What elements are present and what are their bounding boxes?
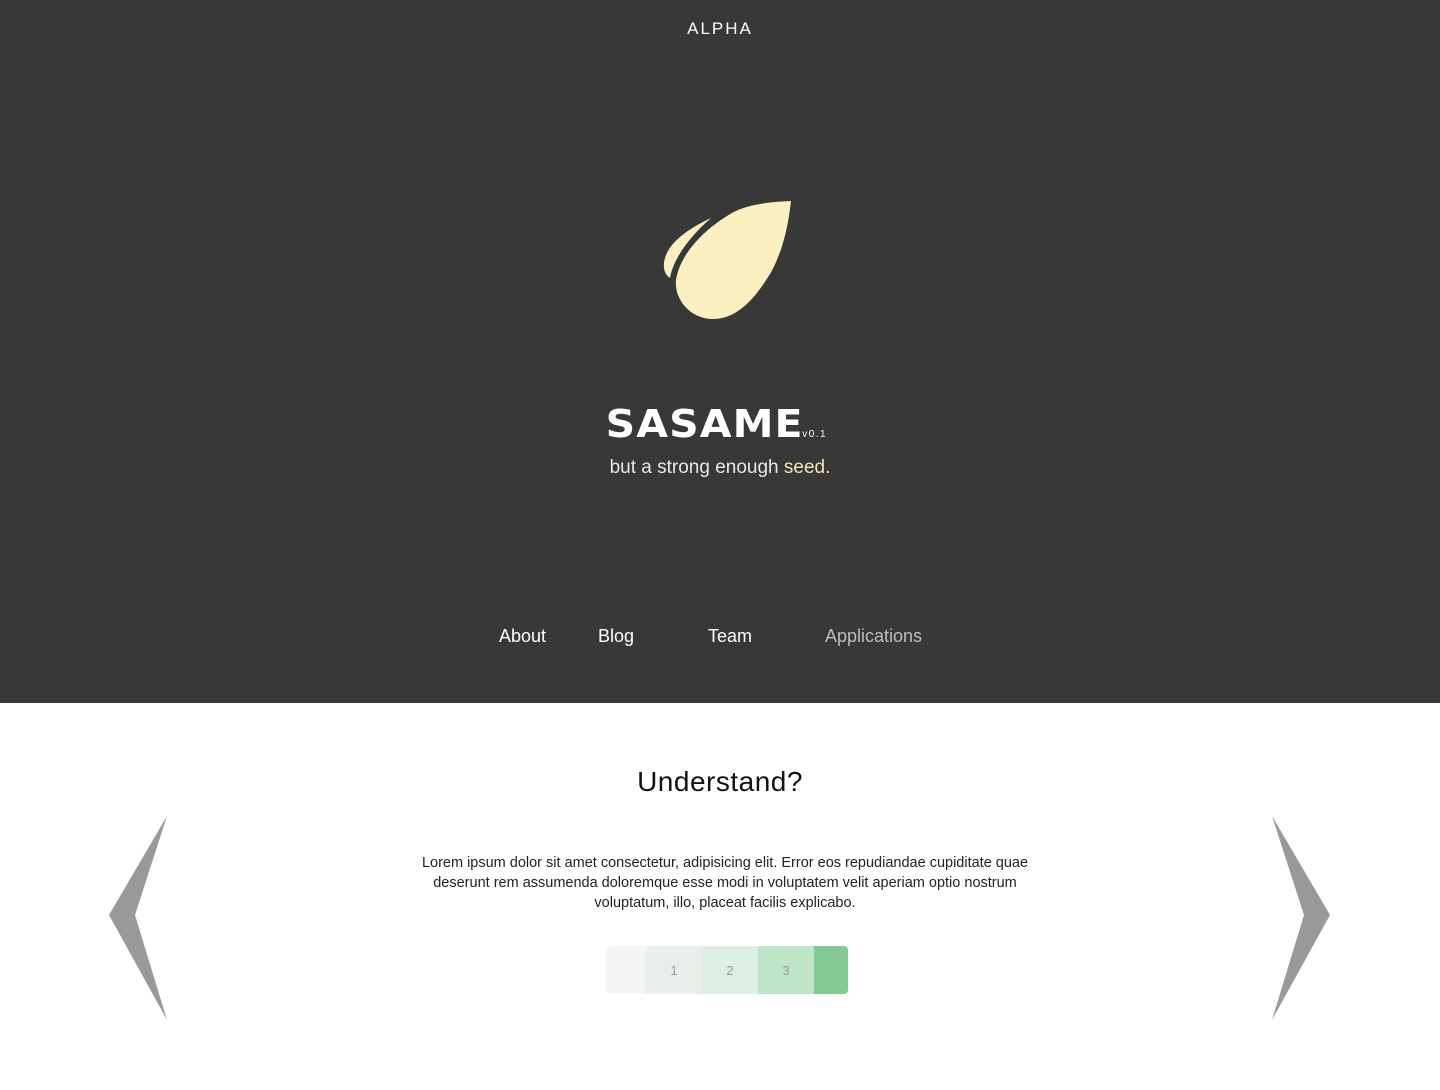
nav-item-team[interactable]: Team — [708, 626, 752, 647]
section-title: Understand? — [637, 766, 803, 797]
brand-version: v0.1 — [802, 429, 828, 440]
rating-option-2[interactable]: 2 — [702, 946, 758, 994]
rating-scale: 1 2 3 — [606, 946, 848, 994]
carousel-prev-button[interactable] — [109, 816, 169, 1020]
alpha-label: ALPHA — [687, 19, 753, 38]
rating-option-3[interactable]: 3 — [758, 946, 814, 994]
main-nav: About Blog Team Applications — [0, 626, 1440, 650]
nav-item-blog[interactable]: Blog — [598, 626, 634, 647]
tagline: but a strong enough seed. — [0, 457, 1440, 479]
nav-item-applications[interactable]: Applications — [825, 626, 922, 647]
brand-name: SASAME — [605, 402, 804, 446]
tagline-suffix: . — [825, 457, 831, 478]
chevron-left-icon — [109, 816, 167, 1020]
brand: SASAMEv0.1 — [0, 402, 1440, 446]
rating-option-4[interactable] — [814, 946, 848, 994]
tagline-prefix: but a strong enough — [609, 457, 784, 478]
seed-leaf-icon — [660, 198, 796, 324]
rating-option-0[interactable] — [606, 946, 646, 994]
content-section: Understand? Lorem ipsum dolor sit amet c… — [0, 703, 1440, 1090]
carousel-next-button[interactable] — [1270, 816, 1330, 1020]
rating-option-1[interactable]: 1 — [646, 946, 702, 994]
tagline-accent: seed — [783, 457, 826, 478]
hero-section: ALPHA SASAMEv0.1 but a strong enough see… — [0, 0, 1440, 703]
nav-item-about[interactable]: About — [499, 626, 546, 647]
chevron-right-icon — [1272, 816, 1330, 1020]
section-body: Lorem ipsum dolor sit amet consectetur, … — [421, 855, 1029, 911]
